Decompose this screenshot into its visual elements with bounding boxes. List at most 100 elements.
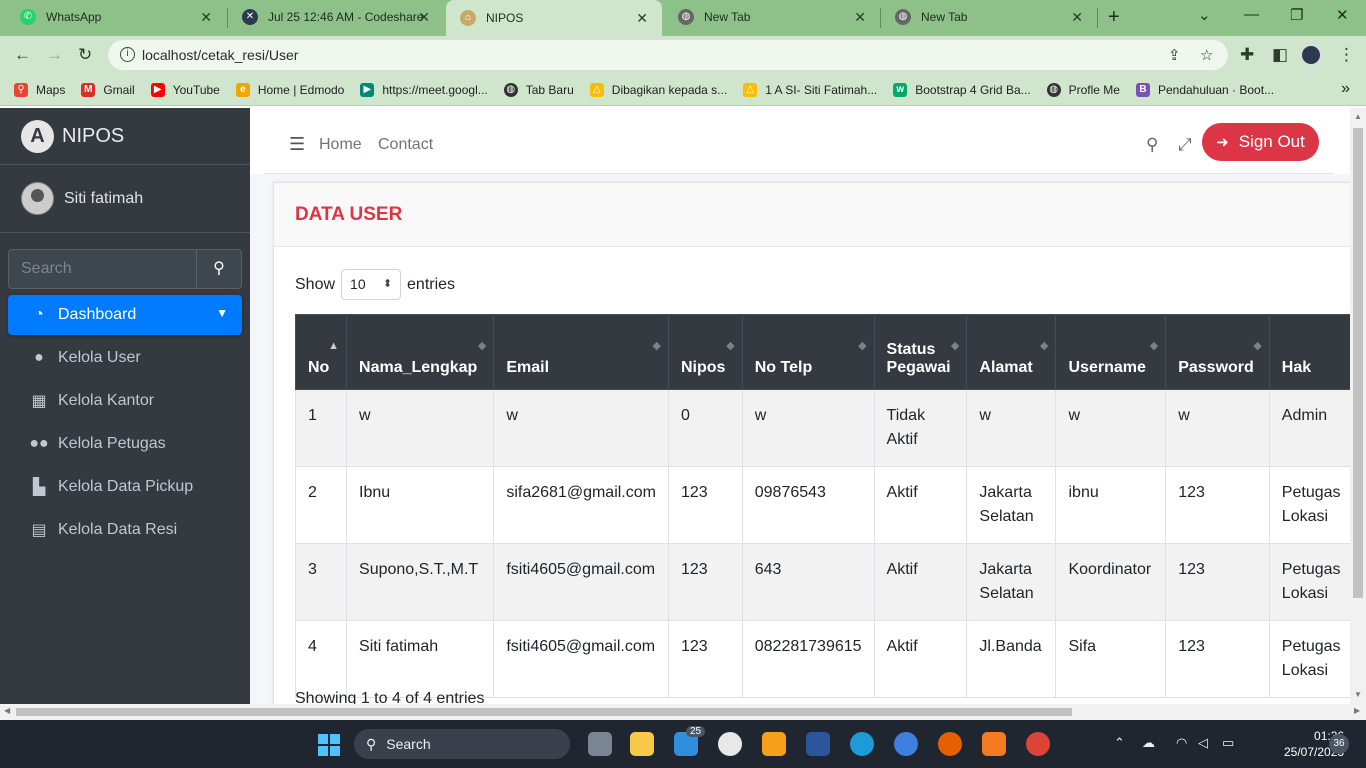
bookmark-drive-shared[interactable]: △ Dibagikan kepada s...: [589, 82, 727, 97]
bookmark-meet[interactable]: ▶ https://meet.googl...: [360, 82, 488, 97]
bookmark-drive-siti[interactable]: △ 1 A SI- Siti Fatimah...: [743, 82, 877, 97]
fullscreen-icon[interactable]: ⤢: [1178, 135, 1192, 155]
tab-new-2[interactable]: ◍ New Tab ✕: [881, 0, 1097, 34]
column-header-username[interactable]: Username ◆: [1055, 314, 1167, 390]
extensions-icon[interactable]: ✚: [1240, 45, 1254, 65]
window-close-icon[interactable]: ✕: [1336, 6, 1349, 24]
bookmark-label: YouTube: [172, 82, 220, 97]
xampp-icon[interactable]: [982, 732, 1006, 756]
scroll-right-icon[interactable]: ▶: [1354, 706, 1360, 715]
sidebar-search-input[interactable]: [8, 249, 196, 289]
nav-contact-link[interactable]: Contact: [378, 136, 433, 154]
wifi-icon[interactable]: ◠: [1176, 735, 1187, 751]
tab-codeshare[interactable]: ✕ Jul 25 12:46 AM - Codeshare ✕: [228, 0, 444, 34]
volume-icon[interactable]: ◁: [1198, 735, 1208, 751]
close-icon[interactable]: ✕: [200, 9, 212, 26]
scrollbar-thumb[interactable]: [16, 708, 1072, 716]
notification-badge[interactable]: 36: [1329, 734, 1349, 754]
column-header-alamat[interactable]: Alamat ◆: [966, 314, 1057, 390]
restore-icon[interactable]: ❐: [1290, 6, 1303, 24]
hamburger-menu-icon[interactable]: ☰: [289, 134, 305, 155]
entries-select[interactable]: 10: [341, 269, 402, 300]
scrollbar-thumb[interactable]: [1353, 128, 1363, 598]
column-header-password[interactable]: Password ◆: [1165, 314, 1270, 390]
sign-out-button[interactable]: ➜ Sign Out: [1202, 123, 1319, 161]
sublime-text-icon[interactable]: [762, 732, 786, 756]
app-store-icon[interactable]: [894, 732, 918, 756]
emoji-app-icon[interactable]: [718, 732, 742, 756]
table-cell: 643: [741, 543, 875, 621]
column-header-no[interactable]: No ▲: [294, 314, 348, 390]
column-header-no-telp[interactable]: No Telp ◆: [741, 314, 875, 390]
bookmark-profile[interactable]: ◍ Profle Me: [1046, 82, 1120, 97]
profile-avatar[interactable]: [1300, 44, 1322, 66]
close-icon[interactable]: ✕: [418, 9, 430, 26]
horizontal-scrollbar[interactable]: ◀ ▶: [0, 704, 1366, 720]
address-bar[interactable]: i localhost/cetak_resi/User ⇪ ☆: [108, 40, 1228, 70]
reload-icon[interactable]: ↻: [78, 45, 92, 65]
taskbar-search[interactable]: ⚲ Search: [354, 729, 570, 759]
task-view-icon[interactable]: [588, 732, 612, 756]
sidebar-item-label: Kelola User: [58, 349, 141, 366]
meet-icon: ▶: [360, 82, 375, 97]
nav-home-link[interactable]: Home: [319, 136, 362, 154]
tab-new-1[interactable]: ◍ New Tab ✕: [664, 0, 880, 34]
windows-start-icon[interactable]: [318, 734, 340, 756]
file-explorer-icon[interactable]: [630, 732, 654, 756]
bookmark-maps[interactable]: ⚲ Maps: [14, 82, 65, 97]
bookmark-bootstrap[interactable]: B Pendahuluan · Boot...: [1135, 82, 1274, 97]
vertical-scrollbar[interactable]: ▲ ▼: [1350, 108, 1366, 706]
sidebar-item-dashboard[interactable]: ◔ Dashboard ▼: [8, 295, 242, 335]
word-icon[interactable]: [806, 732, 830, 756]
close-icon[interactable]: ✕: [1071, 9, 1083, 26]
scroll-left-icon[interactable]: ◀: [4, 706, 10, 715]
tab-whatsapp[interactable]: ✆ WhatsApp ✕: [6, 0, 226, 34]
bookmark-w3schools[interactable]: w Bootstrap 4 Grid Ba...: [893, 82, 1031, 97]
sidebar-item-kelola-kantor[interactable]: ▦ Kelola Kantor: [8, 381, 242, 421]
scroll-up-icon[interactable]: ▲: [1354, 112, 1362, 121]
column-header-nipos[interactable]: Nipos ◆: [667, 314, 743, 390]
column-header-status-pegawai[interactable]: Status Pegawai ◆: [873, 314, 968, 390]
chrome-menu-icon[interactable]: ⋮: [1338, 45, 1355, 65]
forward-icon[interactable]: →: [46, 45, 63, 65]
sidebar-item-kelola-petugas[interactable]: ●● Kelola Petugas: [8, 424, 242, 464]
side-panel-icon[interactable]: ◧: [1272, 45, 1288, 65]
minimize-icon[interactable]: —: [1244, 6, 1259, 23]
back-icon[interactable]: ←: [14, 45, 31, 65]
tab-search-icon[interactable]: ⌄: [1198, 6, 1211, 24]
show-hidden-icons-icon[interactable]: ⌃: [1114, 735, 1125, 751]
bookmark-tab-baru[interactable]: ◍ Tab Baru: [503, 82, 574, 97]
more-bookmarks-icon[interactable]: »: [1341, 80, 1350, 98]
brand-link[interactable]: A NIPOS: [0, 108, 250, 165]
search-icon[interactable]: ⚲: [1146, 135, 1158, 155]
bookmark-gmail[interactable]: M Gmail: [81, 82, 135, 97]
scroll-down-icon[interactable]: ▼: [1354, 690, 1362, 699]
onedrive-icon[interactable]: ☁: [1142, 735, 1155, 751]
table-row: 1 w w 0 w Tidak Aktif w w w Admin: [294, 389, 1350, 467]
sidebar-item-kelola-data-pickup[interactable]: ▙ Kelola Data Pickup: [8, 467, 242, 507]
bookmark-youtube[interactable]: ▶ YouTube: [150, 82, 220, 97]
bookmark-edmodo[interactable]: e Home | Edmodo: [235, 82, 345, 97]
bookmark-label: Home | Edmodo: [257, 82, 345, 97]
sidebar-item-kelola-user[interactable]: ● Kelola User: [8, 338, 242, 378]
close-icon[interactable]: ✕: [854, 9, 866, 26]
sidebar-item-kelola-data-resi[interactable]: ▤ Kelola Data Resi: [8, 510, 242, 550]
user-table: No ▲ Nama_Lengkap ◆ Email ◆ Nipos ◆ No Telp ◆…: [294, 314, 1350, 698]
firefox-icon[interactable]: [938, 732, 962, 756]
tab-nipos[interactable]: ⌂ NIPOS ✕: [446, 0, 662, 36]
share-icon[interactable]: ⇪: [1168, 46, 1181, 64]
user-panel[interactable]: Siti fatimah: [0, 165, 250, 233]
chrome-icon[interactable]: [1026, 732, 1050, 756]
table-cell: w: [741, 389, 875, 467]
new-tab-icon[interactable]: +: [1108, 6, 1120, 29]
close-icon[interactable]: ✕: [636, 10, 648, 27]
column-header-label: No: [308, 359, 330, 376]
battery-icon[interactable]: ▭: [1222, 735, 1234, 751]
edge-icon[interactable]: [850, 732, 874, 756]
column-header-nama[interactable]: Nama_Lengkap ◆: [346, 314, 495, 390]
column-header-hak[interactable]: Hak: [1268, 314, 1350, 390]
search-button[interactable]: ⚲: [196, 249, 242, 289]
column-header-email[interactable]: Email ◆: [493, 314, 669, 390]
site-info-icon[interactable]: i: [120, 47, 135, 62]
bookmark-star-icon[interactable]: ☆: [1200, 46, 1213, 64]
